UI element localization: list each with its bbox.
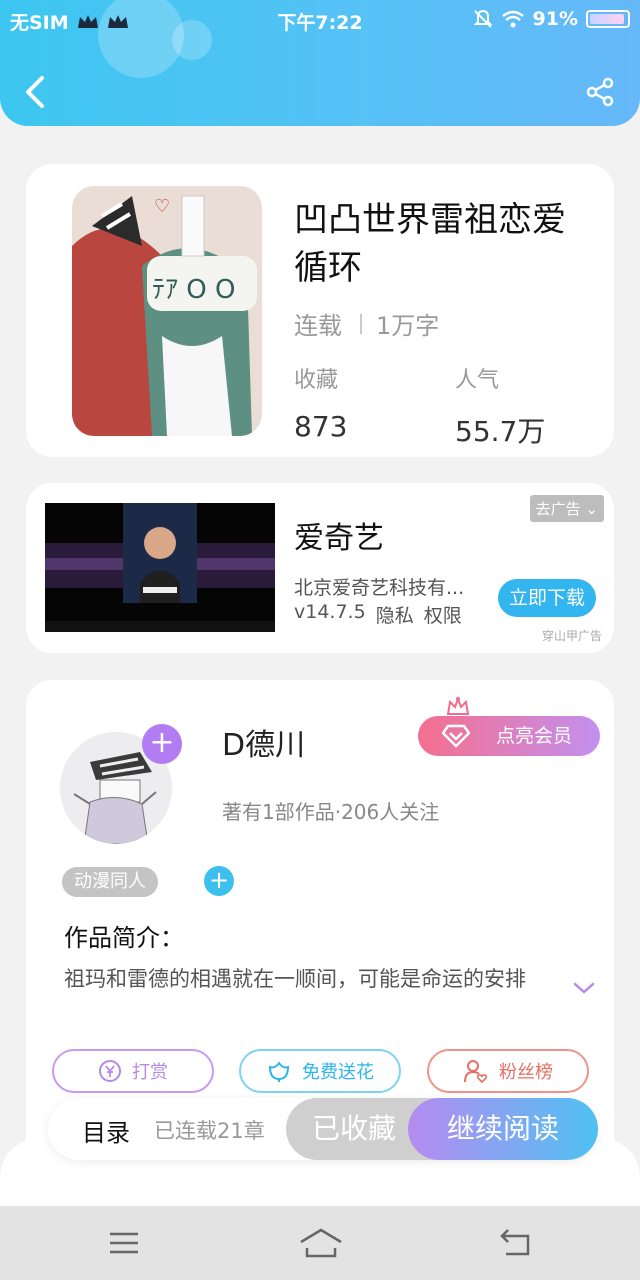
battery-icon [586,10,630,28]
book-word-count: 1万字 [376,312,440,340]
header-bar: 无SIM 下午7:22 91% [0,0,640,126]
author-name[interactable]: D德川 [222,720,305,764]
svg-text:ﾃｱ O O: ﾃｱ O O [152,275,235,305]
ad-card[interactable]: 爱奇艺 北京爱奇艺科技有... v14.7.5 隐私 权限 去广告 ⌄ 立即下载… [26,483,614,653]
remove-ad-label: 去广告 [535,500,581,518]
category-tag[interactable]: 动漫同人 [62,867,158,897]
chapter-count[interactable]: 已连载21章 [154,1115,265,1145]
bottom-action-bar: 目录 已连载21章 已收藏 继续阅读 [48,1098,598,1160]
ad-company-name: 北京爱奇艺科技有... [294,577,465,599]
book-meta: 连载 1万字 [294,306,439,341]
chevron-down-icon[interactable] [572,980,596,996]
back-icon[interactable] [496,1226,536,1260]
battery-percent: 91% [532,8,578,30]
menu-icon[interactable] [104,1226,144,1260]
ad-app-name: 爱奇艺 [294,521,384,556]
yen-coin-icon [99,1060,121,1082]
system-nav-bar [0,1206,640,1280]
add-tag-button[interactable]: + [204,866,234,896]
reward-label: 打赏 [132,1062,168,1083]
ad-download-button[interactable]: 立即下载 [498,579,596,617]
mute-bell-icon [473,9,492,28]
meta-divider [360,313,362,334]
ad-video-thumbnail[interactable] [45,503,275,632]
ad-source-label: 穿山甲广告 [541,629,602,643]
popularity-stat: 人气 55.7万 [455,362,545,450]
reward-button[interactable]: 打赏 [52,1049,214,1093]
wifi-icon [501,10,524,28]
continue-reading-button[interactable]: 继续阅读 [408,1098,598,1160]
favorites-value: 873 [294,410,348,443]
share-icon[interactable] [584,76,616,108]
favorites-stat: 收藏 873 [294,362,347,443]
remove-ad-button[interactable]: 去广告 ⌄ [529,495,604,522]
crown-icon [446,696,470,715]
book-title: 凹凸世界雷祖恋爱循环 [294,200,566,288]
ad-version: v14.7.5 [294,601,366,623]
follow-author-button[interactable]: + [142,724,182,764]
intro-label: 作品简介： [64,924,184,952]
book-cover-image[interactable]: ﾃｱ O O ♡ [72,186,262,436]
user-heart-icon [464,1060,488,1084]
book-info-card: ﾃｱ O O ♡ 凹凸世界雷祖恋爱循环 连载 1万字 收藏 873 人气 55.… [26,164,614,457]
status-bar: 无SIM 下午7:22 91% [0,8,640,36]
svg-text:♡: ♡ [154,196,170,217]
intro-text: 祖玛和雷德的相遇就在一顺间，可能是命运的安排 [64,967,526,991]
popularity-value: 55.7万 [455,415,546,448]
flower-icon [268,1061,290,1082]
diamond-icon [442,724,470,748]
ad-privacy-link[interactable]: 隐私 [376,601,414,628]
send-flower-label: 免费送花 [302,1062,374,1083]
table-of-contents-button[interactable]: 目录 [82,1113,130,1148]
back-arrow-icon[interactable] [20,74,50,110]
author-info: 著有1部作品·206人关注 [222,800,440,824]
fans-ranking-button[interactable]: 粉丝榜 [427,1049,589,1093]
favorites-label: 收藏 [294,368,339,393]
fans-ranking-label: 粉丝榜 [499,1062,553,1083]
ad-permissions-link[interactable]: 权限 [424,601,462,628]
home-icon[interactable] [298,1226,344,1260]
ad-version-row: v14.7.5 隐私 权限 [294,601,462,628]
book-status: 连载 [294,312,342,340]
send-flower-button[interactable]: 免费送花 [239,1049,401,1093]
popularity-label: 人气 [455,368,500,393]
